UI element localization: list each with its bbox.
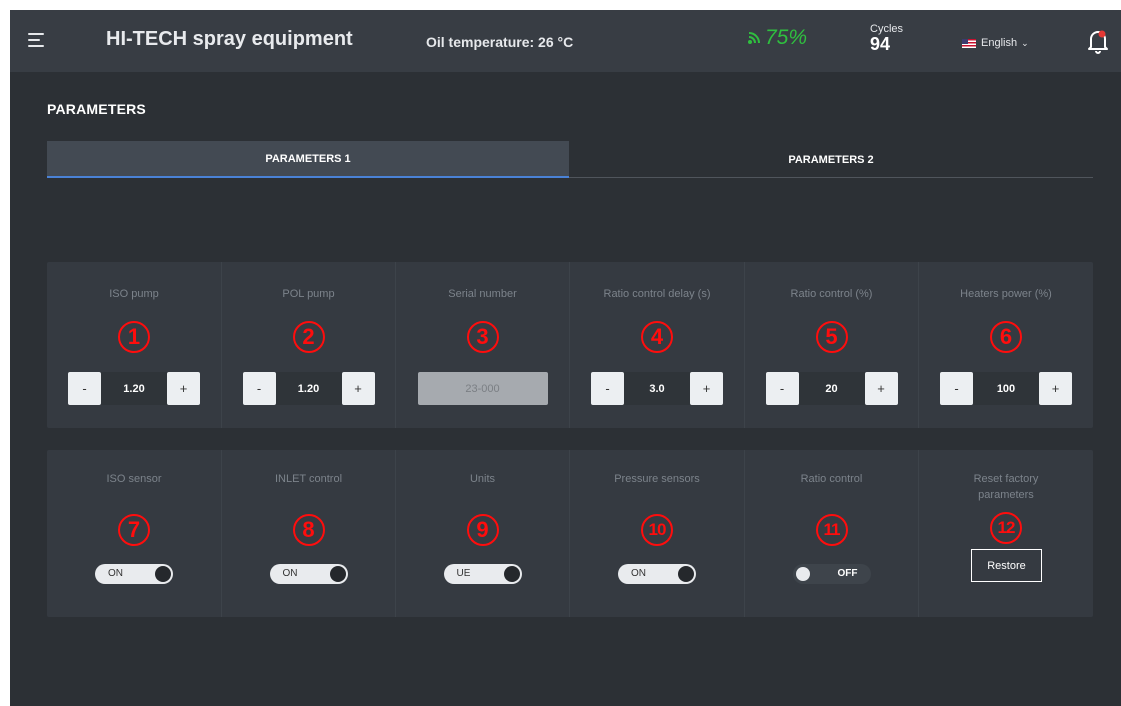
param-label: ISO pump bbox=[109, 288, 159, 300]
signal-percent: 75% bbox=[765, 26, 808, 49]
increment-button[interactable]: + bbox=[167, 372, 200, 405]
us-flag-icon bbox=[962, 38, 976, 48]
setting-iso-sensor: ISO sensor 7 ON bbox=[47, 450, 222, 617]
param-iso-pump: ISO pump 1 - 1.20 + bbox=[47, 262, 222, 428]
app-title: HI-TECH spray equipment bbox=[106, 28, 353, 50]
marker-badge: 6 bbox=[990, 321, 1022, 353]
toggle-knob bbox=[329, 566, 346, 582]
marker-badge: 3 bbox=[466, 321, 499, 353]
setting-label: INLET control bbox=[274, 473, 343, 485]
settings-card: ISO sensor 7 ON INLET control 8 ON Units… bbox=[47, 450, 1093, 617]
page-title: PARAMETERS bbox=[47, 101, 146, 117]
app-window: HI-TECH spray equipment Oil temperature:… bbox=[10, 10, 1121, 706]
pressure-sensors-toggle[interactable]: ON bbox=[618, 564, 696, 584]
param-ratio-control-delay: Ratio control delay (s) 4 - 3.0 + bbox=[570, 262, 745, 428]
bell-icon[interactable] bbox=[1086, 28, 1110, 54]
signal-strength: 75% bbox=[747, 26, 807, 50]
param-label: Serial number bbox=[448, 288, 517, 300]
marker-badge: 1 bbox=[118, 321, 150, 353]
marker-badge: 10 bbox=[641, 514, 673, 546]
setting-pressure-sensors: Pressure sensors 10 ON bbox=[570, 450, 745, 617]
tab-bar: PARAMETERS 1 PARAMETERS 2 bbox=[47, 141, 1093, 178]
toggle-knob bbox=[795, 567, 810, 581]
param-pol-pump: POL pump 2 - 1.20 + bbox=[222, 262, 396, 428]
heaters-power-stepper: - 100 + bbox=[940, 372, 1072, 405]
decrement-button[interactable]: - bbox=[68, 372, 101, 405]
increment-button[interactable]: + bbox=[341, 372, 375, 405]
inlet-control-toggle[interactable]: ON bbox=[269, 564, 348, 584]
language-label: English bbox=[981, 37, 1018, 49]
param-serial-number: Serial number 3 23-000 bbox=[396, 262, 570, 428]
serial-number-field: 23-000 bbox=[417, 372, 548, 405]
stepper-value: 1.20 bbox=[123, 382, 145, 395]
tab-parameters-1[interactable]: PARAMETERS 1 bbox=[47, 141, 569, 178]
toggle-state: ON bbox=[108, 568, 123, 579]
setting-inlet-control: INLET control 8 ON bbox=[222, 450, 396, 617]
increment-button[interactable]: + bbox=[1039, 372, 1072, 405]
marker-badge: 11 bbox=[815, 514, 848, 546]
setting-units: Units 9 UE bbox=[396, 450, 570, 617]
increment-button[interactable]: + bbox=[864, 372, 898, 405]
marker-badge: 2 bbox=[292, 321, 325, 353]
toggle-knob bbox=[503, 566, 520, 582]
setting-label: ISO sensor bbox=[106, 473, 162, 485]
param-label: Ratio control (%) bbox=[790, 288, 873, 300]
param-label: Ratio control delay (s) bbox=[603, 288, 711, 300]
setting-label: Units bbox=[469, 473, 496, 485]
param-ratio-control-percent: Ratio control (%) 5 - 20 + bbox=[745, 262, 919, 428]
marker-badge: 7 bbox=[118, 514, 150, 546]
ratio-control-toggle[interactable]: OFF bbox=[792, 564, 871, 584]
setting-reset-factory: Reset factory parameters 12 Restore bbox=[919, 450, 1093, 617]
marker-badge: 9 bbox=[466, 514, 499, 546]
stepper-value: 3.0 bbox=[649, 382, 665, 395]
param-label: Heaters power (%) bbox=[960, 288, 1052, 300]
decrement-button[interactable]: - bbox=[940, 372, 973, 405]
ratio-delay-stepper: - 3.0 + bbox=[591, 372, 723, 405]
parameters-card: ISO pump 1 - 1.20 + POL pump 2 - 1.20 + … bbox=[47, 262, 1093, 428]
hamburger-menu-icon[interactable] bbox=[28, 33, 46, 47]
stepper-value: 100 bbox=[996, 382, 1016, 395]
setting-label: Pressure sensors bbox=[614, 473, 700, 485]
setting-label: Reset factory parameters bbox=[973, 473, 1039, 501]
param-heaters-power: Heaters power (%) 6 - 100 + bbox=[919, 262, 1093, 428]
toggle-state: OFF bbox=[837, 568, 858, 579]
marker-badge: 8 bbox=[292, 514, 325, 546]
setting-ratio-control: Ratio control 11 OFF bbox=[745, 450, 919, 617]
toggle-state: UE bbox=[456, 568, 471, 579]
oil-temperature: Oil temperature: 26 °C bbox=[426, 34, 574, 50]
cycles-counter: Cycles 94 bbox=[870, 23, 903, 55]
increment-button[interactable]: + bbox=[690, 372, 723, 405]
toggle-knob bbox=[678, 566, 694, 582]
decrement-button[interactable]: - bbox=[591, 372, 624, 405]
toggle-state: ON bbox=[631, 568, 646, 579]
toggle-state: ON bbox=[282, 568, 298, 579]
decrement-button[interactable]: - bbox=[765, 372, 799, 405]
stepper-value: 20 bbox=[825, 382, 838, 395]
marker-badge: 5 bbox=[815, 321, 848, 353]
toggle-knob bbox=[155, 566, 171, 582]
ratio-control-stepper: - 20 + bbox=[765, 372, 898, 405]
setting-label: Ratio control bbox=[800, 473, 863, 485]
restore-button[interactable]: Restore bbox=[971, 549, 1042, 582]
decrement-button[interactable]: - bbox=[242, 372, 276, 405]
units-toggle[interactable]: UE bbox=[443, 564, 522, 584]
marker-badge: 4 bbox=[641, 321, 673, 353]
iso-pump-stepper: - 1.20 + bbox=[68, 372, 200, 405]
param-label: POL pump bbox=[282, 288, 335, 300]
cycles-value: 94 bbox=[870, 34, 891, 54]
pol-pump-stepper: - 1.20 + bbox=[242, 372, 375, 405]
signal-icon bbox=[748, 32, 760, 44]
iso-sensor-toggle[interactable]: ON bbox=[95, 564, 173, 584]
tab-parameters-2[interactable]: PARAMETERS 2 bbox=[569, 141, 1093, 178]
marker-badge: 12 bbox=[990, 512, 1022, 544]
top-bar: HI-TECH spray equipment Oil temperature:… bbox=[10, 10, 1121, 72]
language-selector[interactable]: English ⌄ bbox=[962, 37, 1029, 49]
stepper-value: 1.20 bbox=[297, 382, 320, 395]
chevron-down-icon: ⌄ bbox=[1021, 37, 1029, 48]
